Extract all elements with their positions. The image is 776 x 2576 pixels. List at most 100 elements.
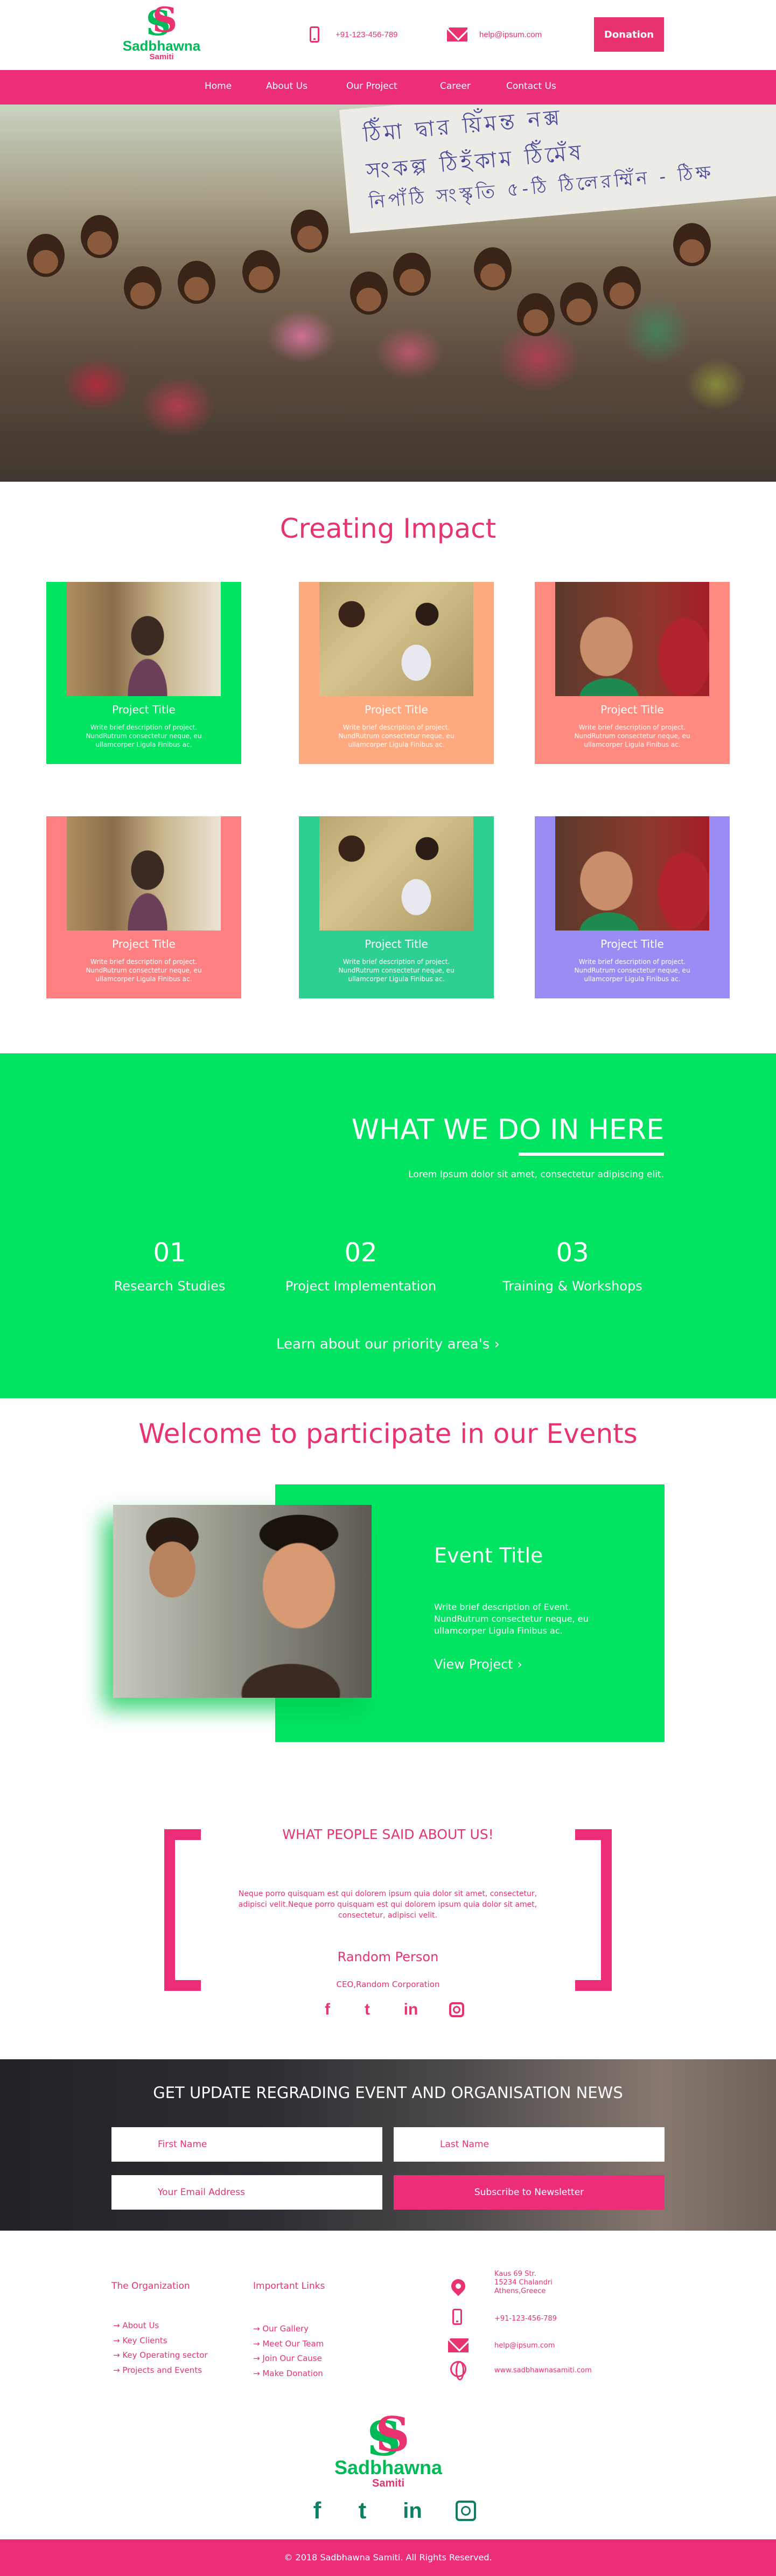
title-underline bbox=[519, 1152, 664, 1156]
testimonial-title: WHAT PEOPLE SAID ABOUT US! bbox=[282, 1827, 494, 1842]
phone-icon bbox=[452, 2309, 462, 2325]
twitter-icon[interactable]: t bbox=[362, 2001, 373, 2019]
logo-mark-pink: S bbox=[152, 0, 178, 40]
event-desc: Write brief description of Event. NundRu… bbox=[434, 1602, 589, 1636]
footer-website[interactable]: www.sadbhawnasamiti.com bbox=[494, 2366, 592, 2375]
what-we-do-title: WHAT WE DO IN HERE bbox=[351, 1114, 664, 1146]
globe-icon bbox=[450, 2361, 466, 2380]
email-input[interactable] bbox=[111, 2175, 382, 2210]
project-card[interactable]: Project Title Write brief description of… bbox=[299, 816, 494, 998]
instagram-icon[interactable] bbox=[449, 2002, 464, 2017]
mail-icon bbox=[448, 2338, 469, 2352]
step-number: 03 bbox=[556, 1238, 589, 1268]
footer-logo[interactable]: S S Sadbhawna Samiti bbox=[321, 2406, 456, 2494]
step-number: 01 bbox=[153, 1238, 186, 1268]
project-desc: Write brief description of project. Nund… bbox=[574, 724, 690, 748]
nav-our-project[interactable]: Our Project bbox=[346, 81, 397, 92]
nav-contact-us[interactable]: Contact Us bbox=[506, 81, 556, 92]
facebook-icon[interactable]: f bbox=[322, 2001, 333, 2019]
project-image bbox=[555, 816, 709, 931]
footer-link-team[interactable]: → Meet Our Team bbox=[253, 2339, 324, 2349]
logo-subname: Samiti bbox=[372, 2477, 405, 2489]
logo-mark: S S bbox=[321, 2406, 456, 2462]
nav-home[interactable]: Home bbox=[205, 81, 232, 92]
footer-org-title: The Organization bbox=[111, 2281, 190, 2292]
nav-career[interactable]: Career bbox=[440, 81, 471, 92]
project-title: Project Title bbox=[600, 703, 664, 716]
footer-link-donation[interactable]: → Make Donation bbox=[253, 2369, 323, 2378]
footer-link-about[interactable]: → About Us bbox=[113, 2321, 159, 2330]
donation-button[interactable]: Donation bbox=[594, 17, 664, 52]
left-bracket bbox=[164, 1829, 201, 1991]
step-training[interactable]: 03 Training & Workshops bbox=[484, 1237, 661, 1294]
newsletter-section: GET UPDATE REGRADING EVENT AND ORGANISAT… bbox=[0, 2059, 776, 2231]
site-logo[interactable]: S S Sadbhawna Samiti bbox=[108, 0, 215, 67]
location-icon bbox=[448, 2276, 469, 2296]
project-card[interactable]: Project Title Write brief description of… bbox=[46, 816, 241, 998]
header-email[interactable]: help@ipsum.com bbox=[447, 26, 542, 43]
linkedin-icon[interactable]: in bbox=[402, 2001, 420, 2019]
step-research[interactable]: 01 Research Studies bbox=[81, 1237, 258, 1294]
testimonial-quote: Neque porro quisquam est qui dolorem ips… bbox=[238, 1890, 537, 1920]
linkedin-icon[interactable]: in bbox=[401, 2499, 424, 2523]
view-project-link[interactable]: View Project › bbox=[434, 1657, 522, 1672]
address-line: 15234 Chalandri bbox=[494, 2279, 553, 2287]
footer-link-clients[interactable]: → Key Clients bbox=[113, 2336, 167, 2345]
twitter-icon[interactable]: t bbox=[355, 2497, 369, 2524]
first-name-input[interactable] bbox=[111, 2127, 382, 2162]
subscribe-button[interactable]: Subscribe to Newsletter bbox=[394, 2175, 665, 2210]
project-image bbox=[67, 816, 221, 931]
learn-priority-link[interactable]: Learn about our priority area's › bbox=[0, 1336, 776, 1352]
footer-socials: f t in bbox=[310, 2497, 476, 2524]
step-label: Training & Workshops bbox=[502, 1279, 642, 1294]
address-line: Kaus 69 Str. bbox=[494, 2270, 536, 2278]
hero-image: ঠিঁমা দ্বার য়িঁমন্ত নক্স সংকল্প ঠিহঁকাম… bbox=[0, 105, 776, 482]
project-desc: Write brief description of project. Nund… bbox=[338, 958, 455, 983]
project-desc: Write brief description of project. Nund… bbox=[86, 958, 202, 983]
main-nav: Home About Us Our Project Career Contact… bbox=[0, 70, 776, 105]
logo-subname: Samiti bbox=[149, 52, 174, 61]
project-card[interactable]: Project Title Write brief description of… bbox=[535, 816, 730, 998]
what-we-do-subtitle: Lorem Ipsum dolor sit amet, consectetur … bbox=[408, 1169, 664, 1180]
footer-email[interactable]: help@ipsum.com bbox=[494, 2342, 555, 2350]
header-email-text: help@ipsum.com bbox=[479, 30, 542, 39]
footer-link-join[interactable]: → Join Our Cause bbox=[253, 2353, 322, 2363]
testimonial-socials: f t in bbox=[322, 2001, 464, 2019]
footer-phone[interactable]: +91-123-456-789 bbox=[494, 2315, 557, 2323]
testimonial-name: Random Person bbox=[337, 1949, 439, 1964]
mail-icon bbox=[447, 27, 467, 41]
project-title: Project Title bbox=[365, 703, 428, 716]
last-name-input[interactable] bbox=[394, 2127, 665, 2162]
project-card[interactable]: Project Title Write brief description of… bbox=[535, 582, 730, 764]
project-card[interactable]: Project Title Write brief description of… bbox=[299, 582, 494, 764]
step-implementation[interactable]: 02 Project Implementation bbox=[272, 1237, 450, 1294]
logo-mark-pink: S bbox=[375, 2406, 410, 2462]
header-phone[interactable]: +91-123-456-789 bbox=[310, 26, 398, 43]
site-header: S S Sadbhawna Samiti +91-123-456-789 hel… bbox=[0, 0, 776, 70]
event-title: Event Title bbox=[434, 1544, 543, 1567]
what-we-do-section: WHAT WE DO IN HERE Lorem Ipsum dolor sit… bbox=[0, 1053, 776, 1398]
facebook-icon[interactable]: f bbox=[310, 2497, 324, 2524]
impact-title: Creating Impact bbox=[279, 513, 497, 544]
footer-links-title: Important Links bbox=[253, 2281, 325, 2292]
nav-about-us[interactable]: About Us bbox=[266, 81, 307, 92]
copyright-bar: © 2018 Sadbhawna Samiti. All Rights Rese… bbox=[0, 2539, 776, 2576]
project-title: Project Title bbox=[112, 703, 176, 716]
events-title: Welcome to participate in our Events bbox=[138, 1418, 638, 1449]
project-desc: Write brief description of project. Nund… bbox=[574, 958, 690, 983]
footer-link-gallery[interactable]: → Our Gallery bbox=[253, 2324, 309, 2334]
project-image bbox=[555, 582, 709, 696]
step-number: 02 bbox=[344, 1238, 377, 1268]
project-title: Project Title bbox=[365, 938, 428, 950]
address-line: Athens,Greece bbox=[494, 2287, 546, 2295]
instagram-icon[interactable] bbox=[456, 2501, 476, 2521]
project-image bbox=[67, 582, 221, 696]
project-card[interactable]: Project Title Write brief description of… bbox=[46, 582, 241, 764]
header-phone-text: +91-123-456-789 bbox=[335, 30, 398, 39]
footer-link-sector[interactable]: → Key Operating sector bbox=[113, 2350, 208, 2360]
project-image bbox=[319, 582, 473, 696]
footer-link-projects[interactable]: → Projects and Events bbox=[113, 2365, 202, 2375]
testimonial-role: CEO,Random Corporation bbox=[336, 1980, 440, 1989]
project-desc: Write brief description of project. Nund… bbox=[338, 724, 455, 748]
step-label: Project Implementation bbox=[285, 1279, 437, 1294]
